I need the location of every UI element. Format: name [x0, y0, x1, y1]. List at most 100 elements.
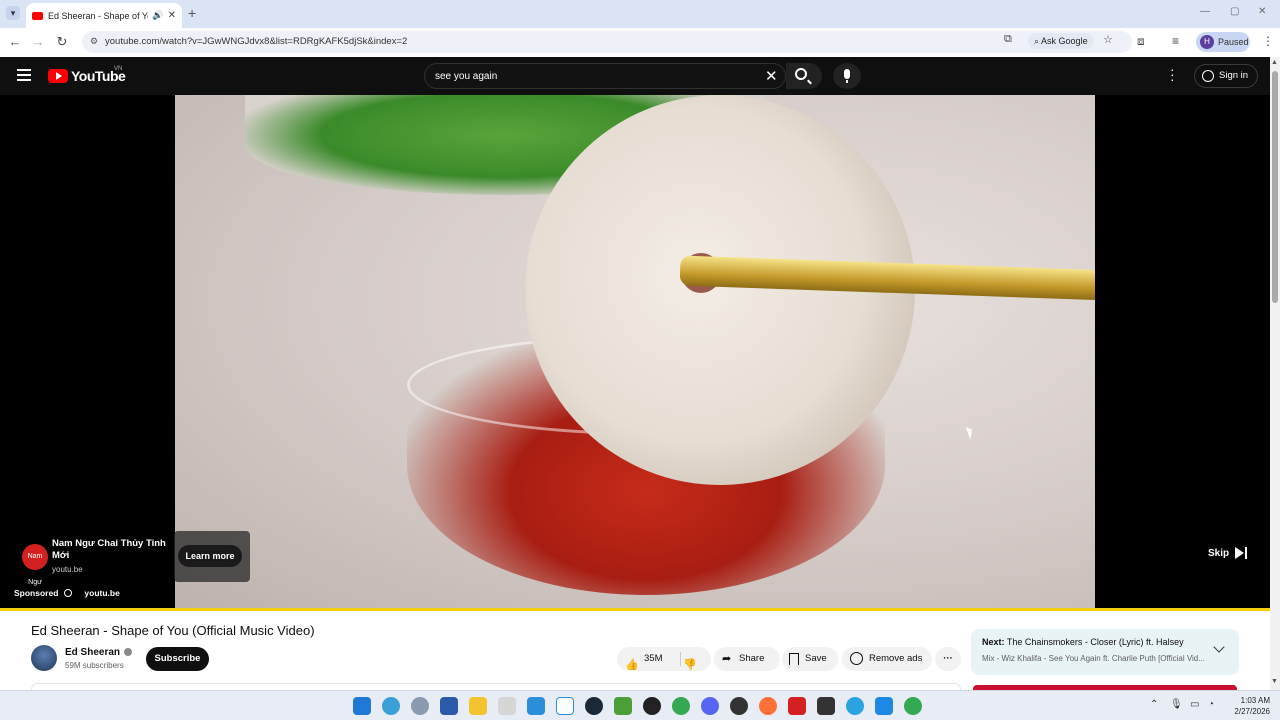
channel-avatar[interactable] — [31, 645, 57, 671]
tray-mic-icon[interactable]: 🎙 — [1170, 699, 1183, 710]
dislike-icon[interactable]: 👎 — [683, 653, 697, 677]
zalo-icon[interactable] — [556, 697, 574, 715]
telegram-icon[interactable] — [846, 697, 864, 715]
search-icon — [795, 68, 807, 80]
app-icon-2[interactable] — [498, 697, 516, 715]
video-player[interactable]: Nam Ngư Nam Ngư Chai Thủy Tinh Mới youtu… — [0, 95, 1270, 611]
like-count[interactable]: 35M — [644, 647, 662, 671]
app-icon-6[interactable] — [788, 697, 806, 715]
more-actions-button[interactable]: ··· — [935, 647, 961, 671]
close-tab-icon[interactable]: ✕ — [168, 10, 176, 21]
profile-avatar: H — [1200, 35, 1214, 49]
firefox-icon[interactable] — [759, 697, 777, 715]
tray-wifi-icon[interactable]: ◔ — [1208, 699, 1214, 710]
save-icon — [789, 653, 799, 665]
share-button[interactable]: ➦ Share — [714, 647, 780, 671]
chevron-down-icon[interactable] — [1213, 641, 1225, 653]
remove-ads-button[interactable]: Remove ads — [842, 647, 932, 671]
forward-icon[interactable]: → — [30, 34, 46, 49]
skip-icon-bar — [1245, 547, 1248, 559]
scroll-down-icon[interactable]: ▼ — [1271, 678, 1278, 685]
clock-date: 2/27/2026 — [1234, 707, 1270, 716]
back-icon[interactable]: ← — [7, 34, 23, 49]
windows-taskbar: ⌃ 🎙 ▭ ◔ 1:03 AM 2/27/2026 — [0, 690, 1280, 720]
browser-tab[interactable]: Ed Sheeran - Shape of You 🔊 ✕ — [26, 3, 182, 28]
learn-more-button[interactable]: Learn more — [178, 545, 242, 567]
sign-in-button[interactable]: Sign in — [1194, 64, 1258, 88]
skip-icon — [1235, 547, 1245, 559]
install-app-icon[interactable]: ⧉ — [1004, 33, 1012, 46]
share-icon: ➦ — [722, 653, 732, 665]
profile-button[interactable]: H Paused — [1196, 32, 1250, 52]
channel-name[interactable]: Ed Sheeran — [65, 647, 133, 658]
close-window-icon[interactable]: ✕ — [1258, 6, 1266, 17]
app-icon-7[interactable] — [817, 697, 835, 715]
maximize-icon[interactable]: ▢ — [1230, 6, 1239, 17]
tray-chevron-icon[interactable]: ⌃ — [1150, 699, 1158, 710]
app-icon-4[interactable] — [643, 697, 661, 715]
like-icon[interactable]: 👍 — [625, 653, 639, 677]
settings-icon[interactable] — [411, 697, 429, 715]
media-controls-icon[interactable]: ≡ — [1172, 34, 1179, 48]
search-box[interactable]: see you again ✕ — [424, 63, 786, 89]
discord-icon[interactable] — [701, 697, 719, 715]
block-icon — [850, 652, 863, 665]
notes-icon[interactable] — [614, 697, 632, 715]
learn-more-panel: Learn more — [174, 531, 250, 582]
youtube-favicon-icon — [32, 11, 43, 20]
subscribe-button[interactable]: Subscribe — [146, 647, 209, 671]
mix-title[interactable]: Mix - Wiz Khalifa - See You Again ft. Ch… — [982, 654, 1206, 663]
minimize-icon[interactable]: — — [1200, 6, 1210, 17]
clock-time: 1:03 AM — [1240, 696, 1270, 705]
settings-more-icon[interactable]: · · · — [1170, 62, 1178, 86]
site-info-icon[interactable]: ⚙ — [88, 36, 100, 48]
chrome-profile-icon[interactable] — [904, 697, 922, 715]
advertiser-logo[interactable]: Nam Ngư — [22, 544, 48, 586]
app-icon-3[interactable] — [527, 697, 545, 715]
app-icon-1[interactable] — [382, 697, 400, 715]
extensions-icon[interactable]: ⧈ — [1137, 34, 1145, 49]
chrome-menu-icon[interactable]: ⋮ — [1262, 34, 1274, 48]
clear-search-icon[interactable]: ✕ — [765, 67, 778, 85]
ask-google-button[interactable]: ⌕ Ask Google — [1028, 33, 1094, 49]
scroll-thumb[interactable] — [1272, 71, 1278, 303]
address-bar[interactable]: ⚙ youtube.com/watch?v=JGwWNGJdvx8&list=R… — [82, 31, 1132, 53]
country-code: VN — [114, 66, 123, 72]
profile-status: Paused — [1218, 37, 1249, 47]
user-icon — [1202, 70, 1214, 82]
search-button[interactable] — [786, 63, 822, 89]
up-next-card[interactable]: Next: The Chainsmokers - Closer (Lyric) … — [971, 629, 1239, 675]
advertiser-domain: youtu.be — [52, 565, 83, 574]
file-explorer-icon[interactable] — [469, 697, 487, 715]
skip-ad-button[interactable]: Skip — [1208, 547, 1248, 559]
up-next-title: Next: The Chainsmokers - Closer (Lyric) … — [982, 637, 1184, 647]
voice-search-icon[interactable] — [833, 63, 861, 89]
new-tab-button[interactable]: + — [188, 5, 196, 21]
bookmark-star-icon[interactable]: ☆ — [1103, 33, 1113, 46]
advertiser-name[interactable]: Nam Ngư Chai Thủy Tinh Mới — [52, 538, 172, 562]
tab-search-button[interactable]: ▾ — [6, 6, 20, 20]
app-icon-5[interactable] — [730, 697, 748, 715]
menu-icon[interactable] — [17, 69, 31, 81]
ad-overlay-card[interactable]: Nam Ngư Nam Ngư Chai Thủy Tinh Mới youtu… — [14, 531, 250, 586]
store-icon[interactable] — [440, 697, 458, 715]
page-scrollbar[interactable]: ▲ ▼ — [1270, 57, 1280, 690]
ad-info-icon[interactable] — [64, 589, 73, 597]
windows-start-icon[interactable] — [353, 697, 371, 715]
search-input[interactable]: see you again — [435, 71, 497, 82]
tray-display-icon[interactable]: ▭ — [1190, 699, 1199, 710]
youtube-header: YouTube VN see you again ✕ · · · Sign in — [0, 57, 1270, 95]
app-icon-8[interactable] — [875, 697, 893, 715]
youtube-logo[interactable]: YouTube VN — [48, 66, 126, 84]
video-title: Ed Sheeran - Shape of You (Official Musi… — [31, 623, 315, 638]
steam-icon[interactable] — [585, 697, 603, 715]
chrome-icon[interactable] — [672, 697, 690, 715]
scroll-up-icon[interactable]: ▲ — [1271, 59, 1278, 66]
like-dislike-group: 👍 35M 👎 — [617, 647, 711, 671]
url-text[interactable]: youtube.com/watch?v=JGwWNGJdvx8&list=RDR… — [105, 36, 407, 47]
save-button[interactable]: Save — [782, 647, 838, 671]
speaker-icon[interactable]: 🔊 — [152, 10, 163, 21]
system-clock[interactable]: 1:03 AM 2/27/2026 — [1226, 695, 1270, 717]
ad-video-frame[interactable] — [175, 95, 1095, 610]
reload-icon[interactable]: ↻ — [54, 34, 70, 50]
